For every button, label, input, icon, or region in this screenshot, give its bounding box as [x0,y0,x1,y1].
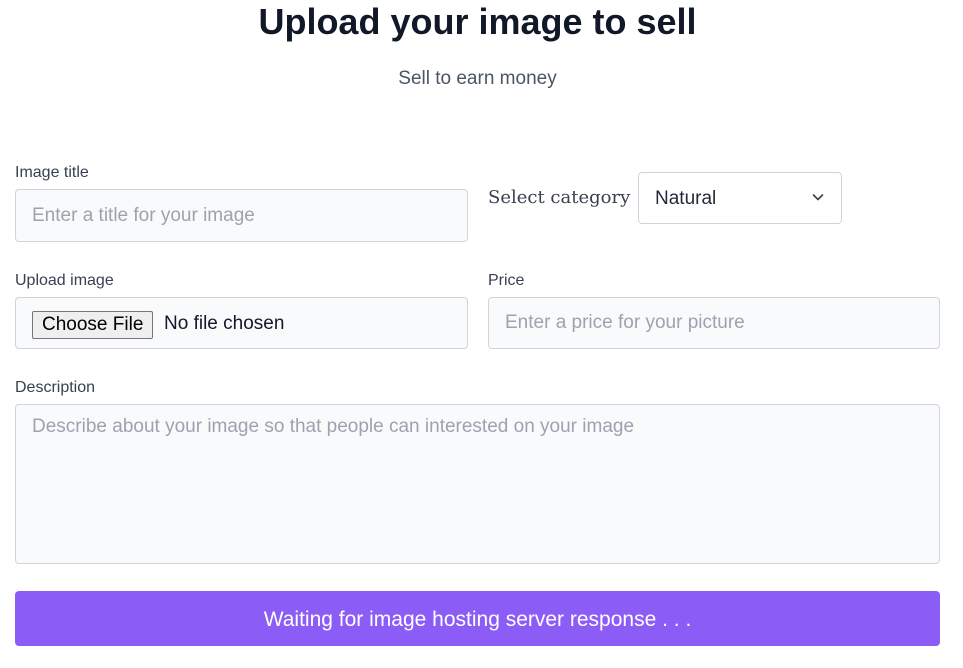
price-input[interactable] [488,297,940,349]
image-title-input[interactable] [15,189,468,242]
category-selected-value: Natural [655,188,717,209]
category-label: Select category [488,187,631,208]
chevron-down-icon [812,194,824,201]
image-title-label: Image title [15,164,89,181]
submit-button[interactable]: Waiting for image hosting server respons… [15,591,940,646]
choose-file-button[interactable]: Choose File [32,311,154,339]
file-upload-field: Choose File No file chosen [15,297,468,349]
file-status-text: No file chosen [164,313,285,334]
page-title: Upload your image to sell [258,1,697,42]
upload-image-label: Upload image [15,272,114,289]
category-select[interactable]: Natural [638,172,842,224]
description-label: Description [15,379,96,396]
description-textarea[interactable] [15,404,940,564]
price-label: Price [488,272,525,289]
page-subtitle: Sell to earn money [398,68,557,89]
